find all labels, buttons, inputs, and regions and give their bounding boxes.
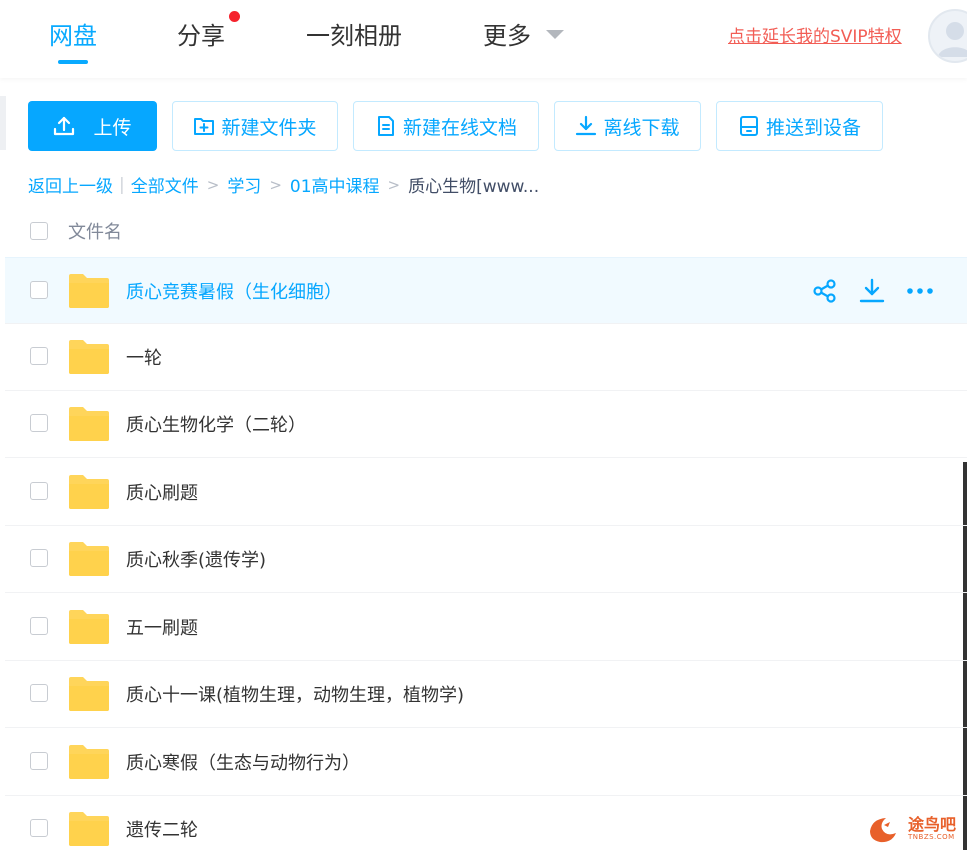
file-row[interactable]: 质心十一课(植物生理，动物生理，植物学) [5,661,967,728]
row-checkbox[interactable] [30,347,48,365]
folder-icon [69,812,109,846]
row-checkbox[interactable] [30,684,48,702]
upload-button[interactable]: 上传 [28,101,157,151]
tab-more[interactable]: 更多 [483,16,531,51]
breadcrumb-item[interactable]: 学习 [227,172,261,197]
offline-download-label: 离线下载 [603,116,680,139]
file-row[interactable]: 一轮 [5,324,967,391]
file-row[interactable]: 五一刷题 [5,594,967,661]
more-icon[interactable] [906,278,934,308]
document-icon [375,115,397,137]
active-tab-indicator [58,60,88,64]
file-row[interactable]: 遗传二轮 [5,796,967,850]
push-device-label: 推送到设备 [765,116,861,139]
device-icon [738,115,760,137]
file-name[interactable]: 五一刷题 [126,614,198,640]
new-doc-button[interactable]: 新建在线文档 [353,101,539,151]
folder-icon [69,677,109,711]
new-doc-label: 新建在线文档 [402,116,517,139]
breadcrumb-current: 质心生物[www... [408,177,540,197]
folder-icon [69,745,109,779]
upload-icon [53,115,75,137]
folder-icon [69,475,109,509]
file-name[interactable]: 质心十一课(植物生理，动物生理，植物学) [126,681,464,707]
watermark-subtext: TNBZS.COM [908,833,955,841]
watermark-logo: 途鸟吧 TNBZS.COM [866,813,956,845]
download-icon[interactable] [859,278,885,308]
file-row[interactable]: 质心秋季(遗传学) [5,526,967,593]
folder-icon [69,542,109,576]
top-navigation: 网盘 分享 一刻相册 更多 点击延长我的SVIP特权 [0,0,967,78]
row-checkbox[interactable] [30,549,48,567]
new-folder-icon [193,115,215,137]
row-checkbox[interactable] [30,482,48,500]
row-checkbox[interactable] [30,617,48,635]
sidebar-edge [0,96,6,150]
file-name[interactable]: 质心生物化学（二轮） [126,411,306,437]
avatar[interactable] [928,9,967,63]
bird-logo-icon [870,818,896,843]
folder-icon [69,340,109,374]
folder-icon [69,274,109,308]
upload-label: 上传 [93,116,132,139]
share-notification-dot [229,11,240,22]
file-name[interactable]: 质心竞赛暑假（生化细胞） [126,278,342,304]
file-name[interactable]: 质心秋季(遗传学) [126,546,266,572]
push-device-button[interactable]: 推送到设备 [716,101,883,151]
chevron-right-icon: > [387,175,401,194]
file-row[interactable]: 质心刷题 [5,459,967,526]
breadcrumb: 返回上一级 | 全部文件 > 学习 > 01高中课程 > 质心生物[www... [28,172,540,198]
file-row[interactable]: 质心生物化学（二轮） [5,391,967,458]
folder-icon [69,407,109,441]
share-icon[interactable] [812,278,838,308]
file-name[interactable]: 一轮 [126,344,162,370]
watermark-text: 途鸟吧 [908,815,957,834]
row-checkbox[interactable] [30,752,48,770]
row-checkbox[interactable] [30,281,48,299]
chevron-right-icon: > [206,175,220,194]
offline-download-button[interactable]: 离线下载 [554,101,701,151]
new-folder-button[interactable]: 新建文件夹 [172,101,338,151]
watermark-text-block: 途鸟吧 TNBZS.COM [908,815,957,842]
column-header-filename[interactable]: 文件名 [68,218,122,244]
download-icon [575,115,597,137]
breadcrumb-item[interactable]: 全部文件 [131,172,199,197]
new-folder-label: 新建文件夹 [221,116,317,139]
chevron-right-icon: > [269,175,282,194]
select-all-checkbox[interactable] [30,222,48,240]
svip-renew-link[interactable]: 点击延长我的SVIP特权 [728,22,902,47]
file-name[interactable]: 遗传二轮 [126,816,198,842]
tab-album[interactable]: 一刻相册 [306,16,402,51]
breadcrumb-item[interactable]: 01高中课程 [290,172,380,197]
file-name[interactable]: 质心寒假（生态与动物行为） [126,749,360,775]
back-link[interactable]: 返回上一级 [28,172,113,197]
file-row[interactable]: 质心竞赛暑假（生化细胞） [5,257,967,324]
file-row[interactable]: 质心寒假（生态与动物行为） [5,729,967,796]
breadcrumb-divider: | [119,174,125,195]
tab-netdisk[interactable]: 网盘 [49,16,97,51]
tab-share[interactable]: 分享 [177,16,225,51]
row-checkbox[interactable] [30,819,48,837]
folder-icon [69,610,109,644]
row-checkbox[interactable] [30,414,48,432]
chevron-down-icon[interactable] [546,30,564,39]
file-name[interactable]: 质心刷题 [126,479,198,505]
